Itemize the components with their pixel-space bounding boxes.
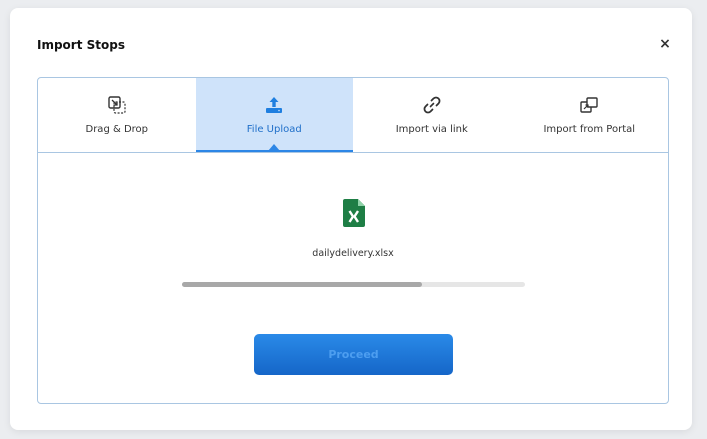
- tab-label: Import from Portal: [543, 124, 636, 135]
- tab-label: Drag & Drop: [85, 124, 149, 135]
- tab-import-link[interactable]: Import via link: [353, 78, 511, 152]
- active-tab-caret: [268, 144, 281, 151]
- tab-import-portal[interactable]: Import from Portal: [511, 78, 669, 152]
- upload-icon: [264, 95, 284, 115]
- link-icon: [422, 95, 442, 115]
- tab-label: Import via link: [395, 124, 468, 135]
- portal-icon: [579, 95, 599, 115]
- excel-file-icon: [343, 199, 365, 227]
- upload-progress-bar: [182, 282, 525, 287]
- dialog-title: Import Stops: [37, 38, 125, 52]
- drag-drop-icon: [107, 95, 127, 115]
- proceed-button[interactable]: Proceed: [254, 334, 453, 375]
- upload-progress-fill: [182, 282, 423, 287]
- tab-label: File Upload: [246, 124, 302, 135]
- import-panel: Drag & Drop File Upload Import via link …: [37, 77, 669, 404]
- import-tabs: Drag & Drop File Upload Import via link …: [38, 78, 668, 153]
- close-icon[interactable]: ×: [658, 37, 672, 51]
- uploaded-file-name: dailydelivery.xlsx: [312, 248, 394, 259]
- tab-file-upload[interactable]: File Upload: [195, 78, 353, 152]
- tab-drag-drop[interactable]: Drag & Drop: [38, 78, 196, 152]
- import-stops-dialog: Import Stops × Drag & Drop File Upload I…: [10, 8, 692, 430]
